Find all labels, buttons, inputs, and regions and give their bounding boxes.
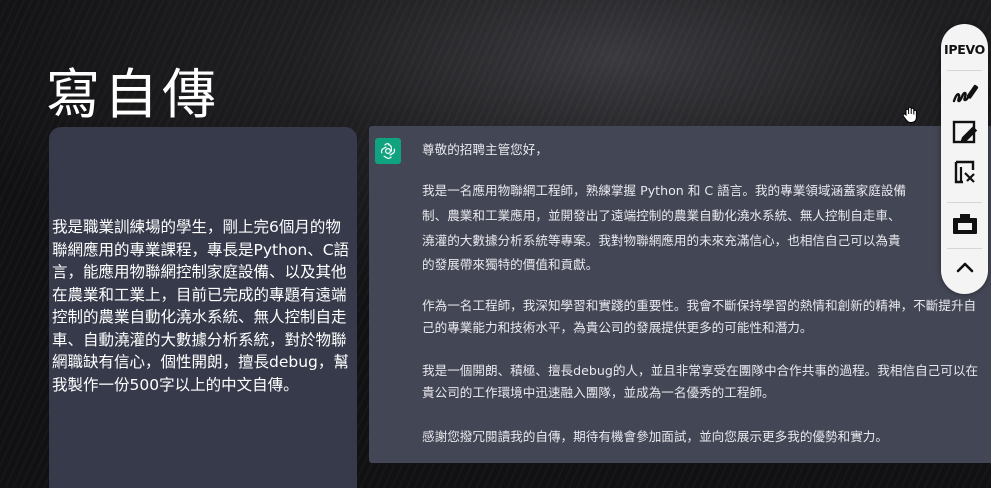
- response-greeting: 尊敬的招聘主管您好，: [422, 142, 548, 157]
- toolbar-divider: [947, 202, 982, 203]
- response-para1-line2: 制、農業和工業應用，並開發出了遠端控制的農業自動化澆水系統、無人控制自走車、: [422, 208, 901, 223]
- slide-title: 寫自傳: [46, 63, 220, 126]
- toolbar-divider: [947, 70, 982, 71]
- chevron-up-icon[interactable]: [946, 250, 983, 284]
- response-para1-line3: 澆灌的大數據分析系統等專案。我對物聯網應用的未來充滿信心，也相信自己可以為貴: [422, 233, 901, 248]
- response-para1-line4: 的發展帶來獨特的價值和貢獻。: [422, 257, 599, 272]
- response-para2: 作為一名工程師，我深知學習和實踐的重要性。我會不斷保持學習的熱情和創新的精神，不…: [422, 298, 977, 335]
- response-para4: 感謝您撥冗閱讀我的自傳，期待有機會參加面試，並向您展示更多我的優勢和實力。: [422, 429, 888, 444]
- chatgpt-logo-icon: [375, 138, 401, 164]
- user-prompt-text: 我是職業訓練場的學生，剛上完6個月的物聯網應用的專業課程，專長是Python、C…: [52, 218, 350, 394]
- camera-icon[interactable]: [946, 207, 983, 241]
- toolbar-divider: [947, 248, 982, 249]
- response-para1-line1: 我是一名應用物聯網工程師，熟練掌握 Python 和 C 語言。我的專業領域涵蓋…: [422, 183, 907, 198]
- pen-draw-icon[interactable]: [946, 78, 983, 112]
- ipevo-logo: IPEVO: [944, 42, 985, 57]
- response-para3: 我是一個開朗、積極、擅長debug的人，並且非常享受在團隊中合作共事的過程。我相…: [422, 363, 979, 400]
- ipevo-annotation-toolbar: IPEVO: [941, 24, 988, 294]
- crop-snip-icon[interactable]: [946, 156, 983, 190]
- hand-cursor-icon: [900, 104, 922, 130]
- whiteboard-icon[interactable]: [946, 116, 983, 150]
